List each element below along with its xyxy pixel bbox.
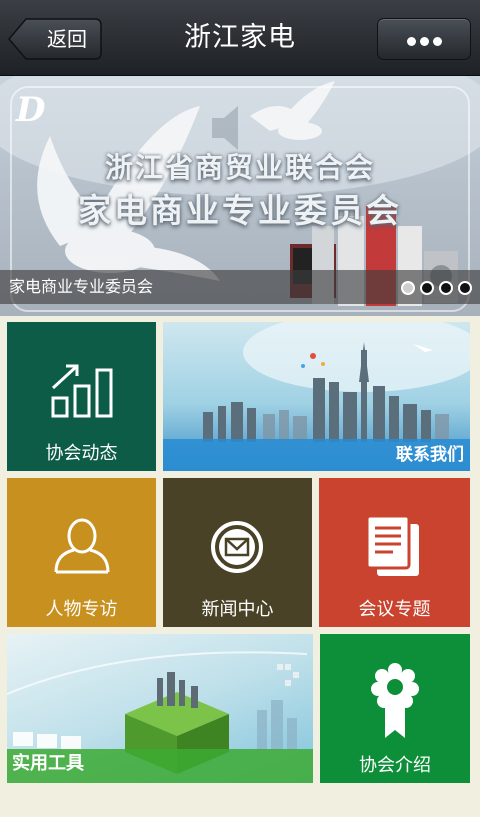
tile-news-center[interactable]: 新闻中心 — [163, 478, 312, 627]
pager-dot[interactable] — [458, 281, 472, 295]
banner-caption-bar: 家电商业专业委员会 — [0, 270, 480, 304]
tile-label: 协会介绍 — [359, 755, 431, 776]
tile-label: 联系我们 — [396, 445, 464, 465]
tile-label: 新闻中心 — [201, 599, 274, 620]
pager-dot[interactable] — [439, 281, 453, 295]
tile-label: 实用工具 — [12, 753, 84, 774]
pager-dot[interactable] — [401, 281, 415, 295]
bar-chart-icon — [51, 364, 113, 418]
mail-icon — [211, 521, 263, 573]
tile-contact-us[interactable]: 联系我们 — [163, 322, 470, 471]
association-logo: D — [16, 90, 46, 130]
banner-caption: 家电商业专业委员会 — [9, 277, 154, 296]
award-ribbon-icon — [371, 663, 419, 738]
more-button[interactable] — [377, 18, 471, 60]
banner-carousel[interactable]: D 浙江省商贸业联合会 家电商业专业委员会 家电商业专业委员会 — [0, 76, 480, 316]
tile-label: 人物专访 — [45, 599, 118, 620]
tile-association-news[interactable]: 协会动态 — [7, 322, 156, 471]
tile-utilities[interactable]: 实用工具 — [7, 634, 313, 783]
tile-meetings[interactable]: 会议专题 — [319, 478, 470, 627]
carousel-pager[interactable] — [396, 280, 472, 299]
pager-dot[interactable] — [420, 281, 434, 295]
top-bar: 返回 浙江家电 — [0, 0, 480, 76]
person-icon — [54, 518, 110, 574]
tile-interviews[interactable]: 人物专访 — [7, 478, 156, 627]
tile-about-association[interactable]: 协会介绍 — [320, 634, 470, 783]
banner-heading-line1: 浙江省商贸业联合会 — [104, 151, 375, 184]
banner-heading-line2: 家电商业专业委员会 — [78, 191, 402, 230]
more-dots-icon — [378, 31, 470, 50]
tile-label: 协会动态 — [45, 443, 118, 464]
documents-icon — [365, 514, 419, 576]
tile-label: 会议专题 — [358, 599, 431, 620]
